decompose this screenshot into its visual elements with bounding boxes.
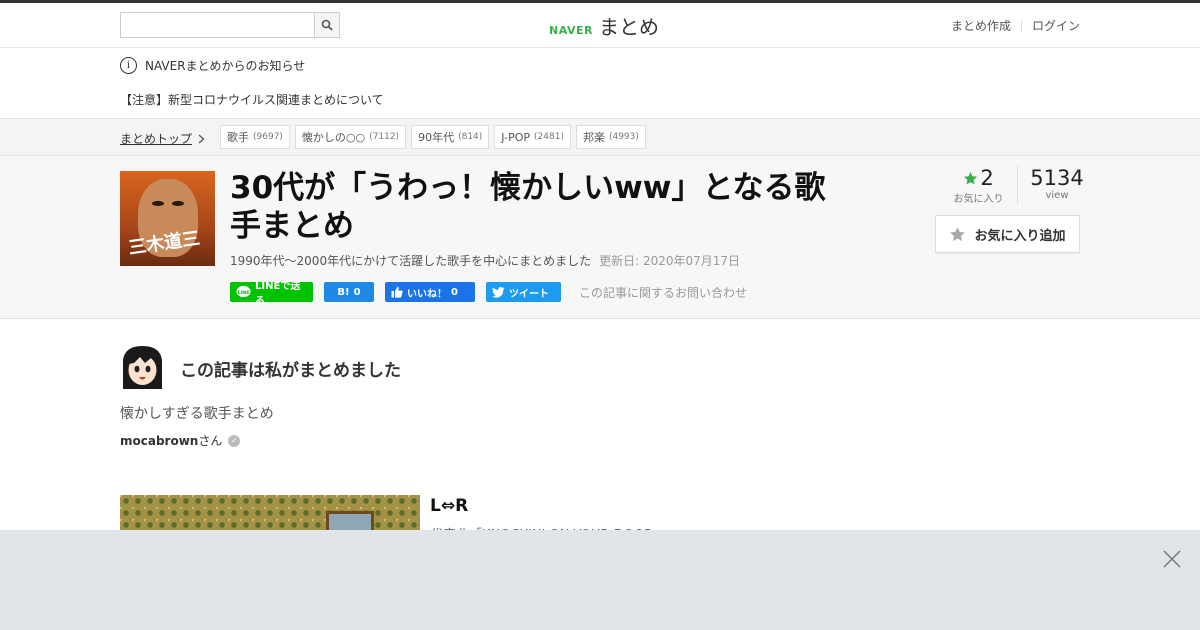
like-label: いいね！	[407, 288, 447, 300]
item-title[interactable]: L⇔R	[430, 496, 468, 516]
tag-label: 邦楽	[582, 131, 605, 144]
line-icon: LINE	[236, 285, 251, 298]
tag-list: 歌手 (9697) 懐かしの○○ (7112) 90年代 (814) J-POP (24…	[220, 125, 646, 149]
tag-count: (7112)	[369, 132, 400, 142]
item-image[interactable]	[120, 495, 420, 535]
author-name-row: mocabrownさん ✓	[120, 432, 241, 449]
info-icon: i	[120, 57, 137, 74]
thumbnail-eye	[152, 201, 164, 206]
chevron-right-icon	[198, 134, 205, 143]
close-button[interactable]	[1162, 549, 1182, 569]
article-description: 1990年代～2000年代にかけて活躍した歌手を中心にまとめました	[230, 254, 592, 268]
star-icon	[950, 226, 966, 241]
thumbs-up-icon	[391, 286, 403, 298]
link-divider	[1020, 19, 1022, 32]
line-share-label: LINEで送る	[255, 281, 301, 307]
views-label: view	[1045, 190, 1069, 201]
tag-item[interactable]: 邦楽 (4993)	[575, 125, 646, 149]
hatena-label: B!	[337, 286, 350, 298]
article-description-row: 1990年代～2000年代にかけて活躍した歌手を中心にまとめました 更新日: 2…	[230, 252, 740, 269]
thumbnail-eye	[172, 201, 184, 206]
hatena-count: 0	[353, 286, 361, 298]
add-favorite-label: お気に入り追加	[974, 228, 1066, 244]
article-header: 三木道三 30代が「うわっ！懐かしいww」となる歌手まとめ 1990年代～200…	[0, 156, 1200, 319]
close-icon	[1163, 550, 1181, 568]
tweet-button[interactable]: ツイート	[486, 282, 561, 302]
tag-item[interactable]: 90年代 (814)	[411, 125, 490, 149]
author-avatar[interactable]	[120, 344, 165, 389]
hatena-bookmark-button[interactable]: B! 0	[324, 282, 374, 302]
views-count: 5134	[1030, 166, 1084, 190]
tag-item[interactable]: 懐かしの○○ (7112)	[294, 125, 407, 149]
tag-bar: まとめトップ 歌手 (9697) 懐かしの○○ (7112) 90年代 (814) J…	[0, 118, 1200, 156]
twitter-bird-icon	[492, 286, 505, 298]
verified-check-icon: ✓	[228, 434, 241, 447]
create-matome-link[interactable]: まとめ作成	[951, 17, 1011, 34]
ad-overlay	[0, 530, 1200, 630]
tag-label: 90年代	[418, 131, 455, 144]
author-heading: この記事は私がまとめました	[180, 361, 401, 381]
tag-label: J-POP	[501, 130, 531, 144]
site-header: NAVER まとめ まとめ作成 ログイン	[0, 3, 1200, 48]
logo-brand: NAVER	[549, 24, 593, 37]
favorites-label: お気に入り	[953, 194, 1004, 205]
site-logo[interactable]: NAVER まとめ	[549, 11, 659, 40]
favorites-stat: 2 お気に入り	[940, 166, 1018, 205]
tag-count: (9697)	[253, 132, 283, 142]
search-button[interactable]	[314, 13, 339, 37]
notice-link[interactable]: 【注意】新型コロナウイルス関連まとめについて	[120, 91, 384, 108]
updated-date: 更新日: 2020年07月17日	[599, 254, 741, 268]
svg-text:LINE: LINE	[238, 290, 250, 296]
author-name[interactable]: mocabrown	[120, 434, 198, 448]
tag-count: (814)	[458, 132, 483, 142]
views-stat: 5134 view	[1018, 166, 1096, 205]
tag-item[interactable]: 歌手 (9697)	[220, 125, 290, 149]
author-description: 懐かしすぎる歌手まとめ	[120, 406, 274, 422]
author-suffix: さん	[198, 434, 223, 448]
breadcrumb-top-label: まとめトップ	[120, 132, 193, 146]
star-icon	[964, 171, 978, 184]
tag-label: 歌手	[227, 131, 249, 144]
logo-text: まとめ	[598, 15, 659, 39]
tweet-label: ツイート	[509, 288, 549, 300]
like-count: 0	[451, 286, 458, 298]
tag-count: (2481)	[534, 132, 564, 142]
tag-item[interactable]: J-POP (2481)	[494, 125, 571, 149]
tag-label: 懐かしの○○	[301, 131, 366, 144]
avatar-illustration	[120, 344, 165, 389]
favorites-count: 2	[980, 166, 994, 190]
notice-header: i NAVERまとめからのお知らせ	[120, 57, 305, 74]
line-share-button[interactable]: LINE LINEで送る	[230, 281, 313, 307]
facebook-like-button[interactable]: いいね！ 0	[385, 282, 475, 302]
search-box	[120, 12, 340, 38]
notice-title: NAVERまとめからのお知らせ	[145, 59, 306, 73]
breadcrumb-top-link[interactable]: まとめトップ	[120, 130, 205, 147]
share-bar: LINE LINEで送る B! 0 いいね！ 0 ツイート この記事に関するお問…	[230, 281, 747, 307]
login-link[interactable]: ログイン	[1032, 17, 1080, 34]
search-input[interactable]	[121, 13, 314, 37]
search-icon	[321, 19, 333, 31]
inquiry-link[interactable]: この記事に関するお問い合わせ	[579, 284, 747, 301]
tag-count: (4993)	[608, 132, 639, 142]
article-stats: 2 お気に入り 5134 view	[940, 166, 1096, 205]
header-links: まとめ作成 ログイン	[951, 17, 1080, 34]
article-title: 30代が「うわっ！懐かしいww」となる歌手まとめ	[230, 170, 826, 244]
add-favorite-button[interactable]: お気に入り追加	[935, 215, 1080, 253]
article-thumbnail: 三木道三	[120, 171, 215, 266]
